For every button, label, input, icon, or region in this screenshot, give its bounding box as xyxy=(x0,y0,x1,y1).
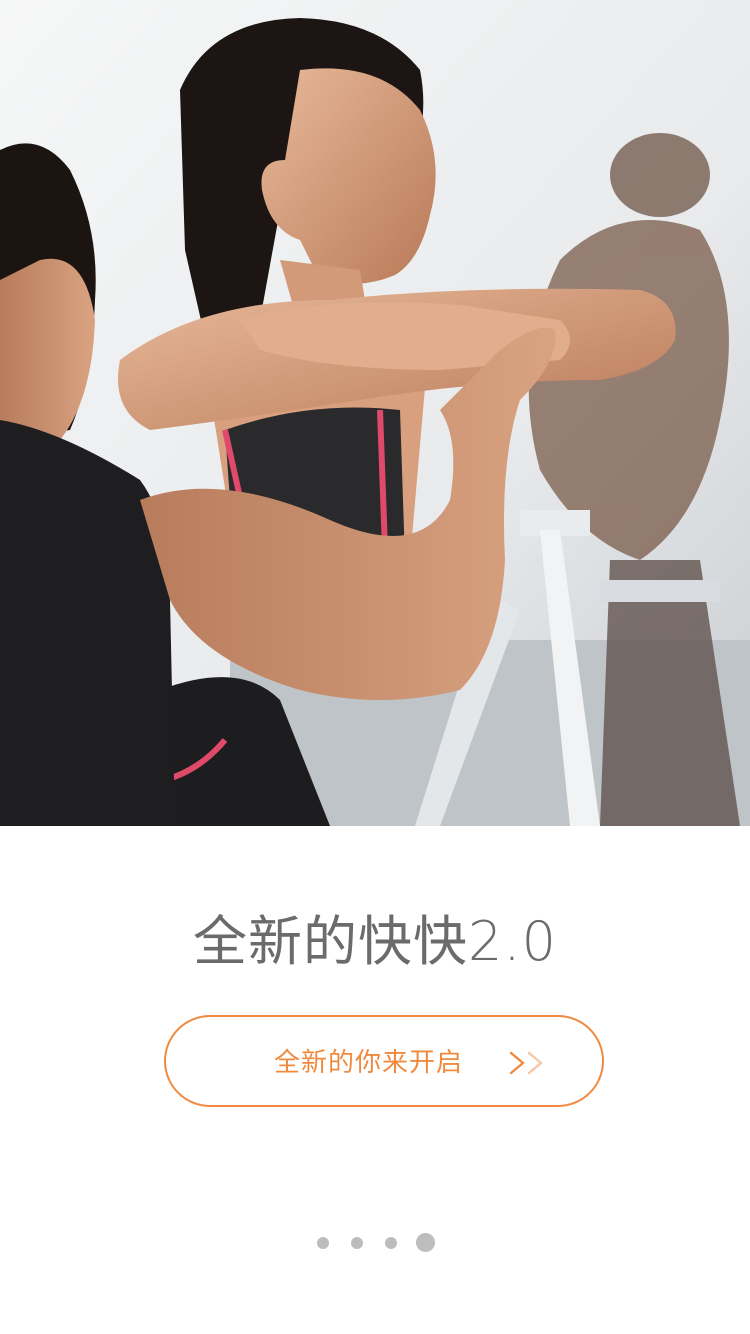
page-dot[interactable] xyxy=(317,1237,329,1249)
start-button[interactable]: 全新的你来开启 xyxy=(164,1015,604,1107)
page-title: 全新的快快2.0 xyxy=(193,910,557,973)
start-button-label: 全新的你来开启 xyxy=(274,1048,464,1078)
hero-fitness-photo xyxy=(0,0,750,826)
page-dot-active[interactable] xyxy=(416,1233,435,1252)
page-indicator xyxy=(0,1232,750,1254)
page-dot[interactable] xyxy=(351,1237,363,1249)
double-chevron-right-icon xyxy=(508,1051,544,1079)
page-dot[interactable] xyxy=(385,1237,397,1249)
fitness-photo-image xyxy=(0,0,750,826)
